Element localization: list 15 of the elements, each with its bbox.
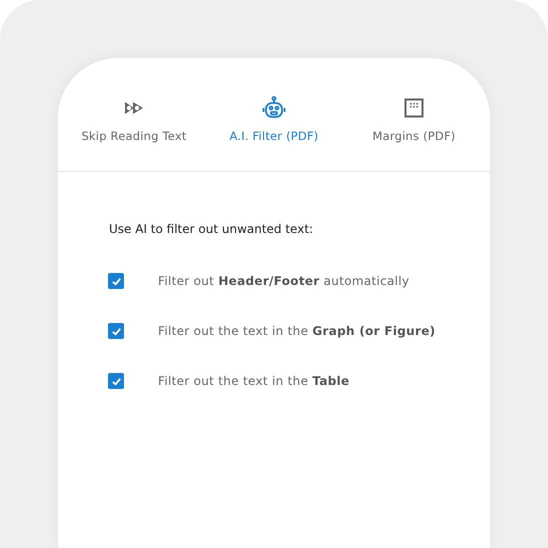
checkbox[interactable] <box>108 273 124 289</box>
option-label: Filter out Header/Footer automatically <box>158 273 410 290</box>
robot-icon <box>262 96 286 120</box>
grid-icon <box>402 96 426 120</box>
tab[interactable]: Margins (PDF) <box>344 96 484 146</box>
option-label: Filter out the text in the Table <box>158 373 350 390</box>
check-icon <box>110 326 122 336</box>
checkbox[interactable] <box>108 323 124 339</box>
option-label: Filter out the text in the Graph (or Figure) <box>158 323 436 340</box>
check-icon <box>110 376 122 386</box>
checkbox[interactable] <box>108 373 124 389</box>
tab[interactable]: Skip Reading Text <box>64 96 204 146</box>
tab[interactable]: A.I. Filter (PDF) <box>204 96 344 146</box>
check-icon <box>110 276 122 286</box>
section-heading: Use AI to filter out unwanted text: <box>109 221 314 238</box>
